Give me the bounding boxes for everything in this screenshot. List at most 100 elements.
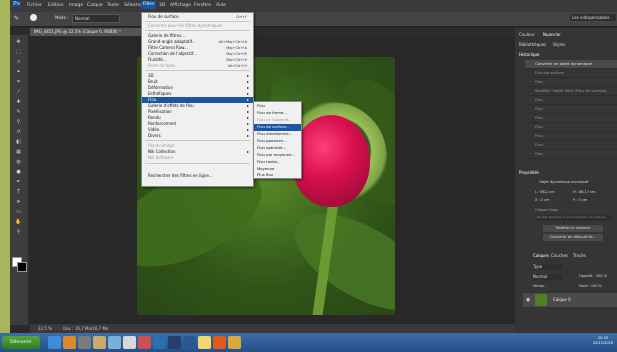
submenu-item[interactable]: Flou gaussien... — [254, 138, 301, 145]
zoom-tool-icon[interactable]: ⚲ — [14, 229, 23, 235]
hand-tool-icon[interactable]: ✋ — [14, 219, 23, 225]
blend-mode-select[interactable]: Normal — [533, 274, 563, 280]
menu-affichage[interactable]: Affichage — [170, 3, 191, 8]
background-color-swatch[interactable] — [17, 262, 27, 272]
history-item[interactable]: Flou — [525, 123, 617, 132]
history-item[interactable]: Flou — [525, 114, 617, 123]
visibility-eye-icon[interactable]: ◉ — [526, 297, 530, 303]
history-item[interactable]: Flou de surface — [525, 69, 617, 78]
move-tool-icon[interactable]: ✥ — [14, 39, 23, 45]
history-item[interactable]: Flou — [525, 132, 617, 141]
blur-tool-icon[interactable]: ◍ — [14, 159, 23, 165]
submenu-item[interactable]: Flou de l'objectif... — [254, 117, 301, 124]
taskbar-app-icon[interactable] — [183, 336, 196, 349]
menu-item[interactable]: Nik Software — [142, 155, 253, 161]
taskbar-app-icon[interactable] — [78, 336, 91, 349]
crop-tool-icon[interactable]: ⌗ — [14, 79, 23, 85]
menu-aide[interactable]: Aide — [216, 3, 226, 8]
taskbar-app-icon[interactable] — [153, 336, 166, 349]
brush-size-icon[interactable] — [30, 14, 37, 21]
menu-item[interactable]: Rechercher des filtres en ligne... — [142, 173, 253, 179]
layer-comp-select[interactable]: Ne pas appliquer à la composition de cal… — [537, 215, 613, 221]
brush-tool-icon[interactable]: ✎ — [14, 109, 23, 115]
document-tab[interactable]: IMG_4451.JPG @ 22,5% (Calque 0, RVB/8) * — [30, 28, 144, 36]
tab-calques[interactable]: Calques — [533, 253, 549, 258]
magic-wand-icon[interactable]: ✦ — [14, 69, 23, 75]
taskbar-app-icon[interactable] — [228, 336, 241, 349]
path-select-icon[interactable]: ➤ — [14, 199, 23, 205]
start-button[interactable]: Démarrer — [2, 336, 40, 349]
menu-3d[interactable]: 3D — [159, 3, 165, 8]
marquee-tool-icon[interactable]: ⬚ — [14, 49, 23, 55]
mode-select[interactable]: Normal — [72, 14, 120, 23]
menu-fenetre[interactable]: Fenêtre — [194, 3, 211, 8]
submenu-item[interactable]: Flou — [254, 103, 301, 110]
tab-traces[interactable]: Tracés — [573, 253, 586, 258]
menu-texte[interactable]: Texte — [107, 3, 119, 8]
submenu-item[interactable]: Flou par moyenne... — [254, 152, 301, 159]
history-item[interactable]: Flou — [525, 96, 617, 105]
menu-filtre[interactable]: Filtre — [141, 1, 157, 9]
taskbar-app-icon[interactable] — [198, 336, 211, 349]
tab-couches[interactable]: Couches — [551, 253, 568, 258]
clone-stamp-icon[interactable]: ⚲ — [14, 119, 23, 125]
submenu-item[interactable]: Flou de forme... — [254, 110, 301, 117]
submenu-item[interactable]: Plus flou — [254, 172, 301, 179]
text-tool-icon[interactable]: T — [14, 189, 23, 195]
opacity-field[interactable]: Opacité : 100 % — [579, 274, 607, 278]
submenu-item-flou-de-surface[interactable]: Flou de surface... — [254, 124, 301, 131]
menu-item[interactable]: Divers ▸ — [142, 133, 253, 139]
menu-item[interactable]: Convertir pour les filtres dynamiques — [142, 23, 253, 29]
brush-icon[interactable]: ✎ — [14, 15, 19, 22]
taskbar-app-icon[interactable] — [138, 336, 151, 349]
menu-image[interactable]: Image — [69, 3, 83, 8]
taskbar-app-icon[interactable] — [213, 336, 226, 349]
history-brush-icon[interactable]: ↺ — [14, 129, 23, 135]
history-item[interactable]: Flou — [525, 150, 617, 159]
layer-kind-filter[interactable]: Type — [533, 264, 563, 270]
taskbar-app-icon[interactable] — [123, 336, 136, 349]
props-y[interactable]: Y : 0 cm — [573, 198, 587, 202]
submenu-item[interactable]: Flou optimisé... — [254, 145, 301, 152]
taskbar-app-icon[interactable] — [108, 336, 121, 349]
menu-edition[interactable]: Edition — [48, 3, 64, 8]
menu-fichier[interactable]: Fichier — [27, 3, 42, 8]
submenu-item[interactable]: Flou radial... — [254, 159, 301, 166]
layer-name[interactable]: Calque 0 — [553, 297, 571, 302]
eyedropper-icon[interactable]: ⁄ — [14, 89, 23, 95]
history-item[interactable]: Modifier l'objet filtre (Flou de surface… — [525, 87, 617, 96]
edit-contents-button[interactable]: Modifier le contenu — [543, 225, 603, 232]
convert-linked-button[interactable]: Convertir en détouré lié... — [543, 234, 603, 241]
props-x[interactable]: X : 0 cm — [535, 198, 549, 202]
panel-title-history[interactable]: Historique — [519, 52, 540, 57]
workspace-select[interactable]: Les indispensables — [570, 14, 616, 21]
history-item[interactable]: Flou — [525, 141, 617, 150]
fill-field[interactable]: Fond : 100 % — [579, 284, 602, 288]
lasso-tool-icon[interactable]: ↄ — [14, 59, 23, 65]
props-height[interactable]: H : 86,17 cm — [573, 190, 596, 194]
panel-title-properties[interactable]: Propriétés — [519, 170, 539, 175]
history-item[interactable]: Convertir en objet dynamique — [525, 60, 617, 69]
tab-nuancier[interactable]: Nuancier — [543, 32, 561, 37]
pen-tool-icon[interactable]: ✒ — [14, 179, 23, 185]
layer-row[interactable]: ◉ Calque 0 — [523, 293, 617, 307]
menu-item[interactable]: Point de fuite... Alt+Ctrl+V — [142, 63, 253, 69]
submenu-item[interactable]: Flou directionnel... — [254, 131, 301, 138]
healing-brush-icon[interactable]: ✚ — [14, 99, 23, 105]
taskbar-app-icon[interactable] — [93, 336, 106, 349]
dodge-tool-icon[interactable]: ● — [14, 169, 23, 175]
props-width[interactable]: L : 86,2 cm — [535, 190, 555, 194]
zoom-level[interactable]: 22,5 % — [38, 326, 52, 331]
taskbar-app-icon[interactable] — [63, 336, 76, 349]
tab-couleur[interactable]: Couleur — [519, 32, 535, 37]
taskbar-app-icon[interactable] — [168, 336, 181, 349]
clock[interactable]: 20:30 20/11/2016 — [590, 336, 616, 346]
eraser-icon[interactable]: ◧ — [14, 139, 23, 145]
menu-item[interactable]: Flou de surface Ctrl+F — [142, 14, 253, 20]
tab-styles[interactable]: Styles — [553, 42, 565, 47]
tab-bibliotheques[interactable]: Bibliothèques — [519, 42, 546, 47]
gradient-tool-icon[interactable]: ▦ — [14, 149, 23, 155]
taskbar-app-icon[interactable] — [48, 336, 61, 349]
shape-tool-icon[interactable]: ▭ — [14, 209, 23, 215]
history-item[interactable]: Flou — [525, 78, 617, 87]
